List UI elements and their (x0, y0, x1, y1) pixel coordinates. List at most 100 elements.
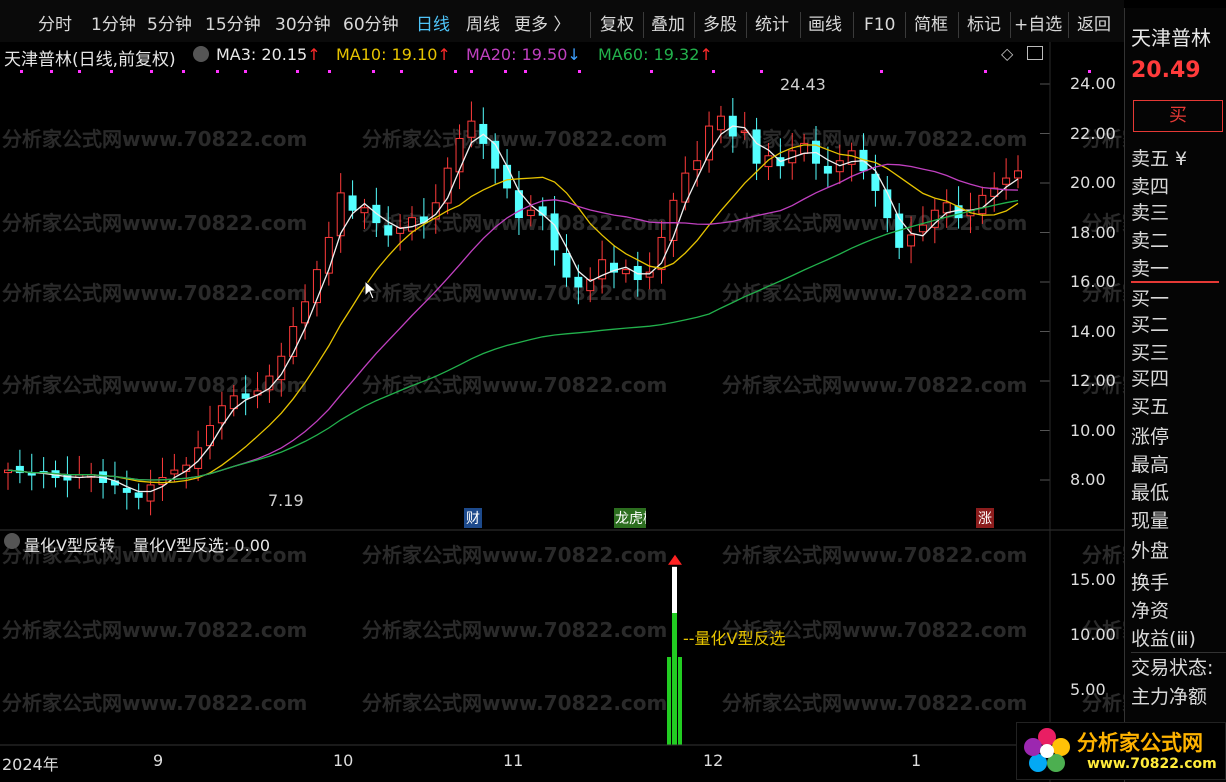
finance-marker[interactable]: 财 (464, 508, 482, 528)
tab-more[interactable]: 更多 〉 (514, 12, 570, 38)
low-price-label: 7.19 (268, 491, 304, 510)
signal-dot (524, 70, 527, 73)
y-tick-label: 24.00 (1070, 74, 1116, 93)
high-price-label: 24.43 (780, 75, 826, 94)
tab-5min[interactable]: 5分钟 (147, 12, 192, 38)
watermark-text: 分析家公式网www.70822.com (2, 127, 307, 151)
kline-chart[interactable]: 分析家公式网www.70822.com 分析家公式网www.70822.com 分析… (0, 42, 1124, 782)
panel-toggle-icon[interactable] (1027, 46, 1043, 60)
back-button[interactable]: 返回 (1077, 12, 1111, 38)
candle-body (693, 160, 702, 171)
signal-dot (372, 70, 375, 73)
candle-body (170, 469, 179, 475)
candle-body (574, 276, 583, 288)
logo-url: www.70822.com (1087, 756, 1217, 772)
watermark-text: 分析家公式网www.70822.com (722, 691, 1027, 715)
tab-15min[interactable]: 15分钟 (205, 12, 261, 38)
quote-field-label: 最高 (1131, 454, 1170, 476)
draw-line-button[interactable]: 画线 (808, 12, 842, 38)
quote-field-label: 买二 (1131, 314, 1170, 336)
y-tick-label: 14.00 (1070, 321, 1116, 341)
tab-60min[interactable]: 60分钟 (343, 12, 399, 38)
quote-field-label: 卖四 (1131, 176, 1170, 198)
y-tick-label: 20.00 (1070, 173, 1116, 192)
ma60-label: MA60: 19.32↑ (598, 45, 713, 64)
stock-name: 天津普林 (1131, 26, 1211, 50)
candle-body (621, 269, 630, 275)
diamond-icon[interactable]: ◇ (1001, 44, 1013, 63)
settings-circle-icon[interactable] (193, 46, 209, 62)
sub-y-tick-label: 5.00 (1070, 680, 1106, 699)
simple-frame-button[interactable]: 简框 (914, 12, 948, 38)
candle-body (526, 209, 535, 217)
multi-stock-button[interactable]: 多股 (703, 12, 737, 38)
candle-body (408, 217, 416, 232)
candle-body (384, 225, 393, 236)
y-tick-label: 8.00 (1070, 470, 1106, 489)
site-logo: 分析家公式网 www.70822.com (1016, 722, 1226, 780)
quote-field-label: 买三 (1131, 342, 1170, 364)
tab-fenshi[interactable]: 分时 (38, 12, 72, 38)
candle-body (1014, 170, 1022, 179)
overlay-button[interactable]: 叠加 (651, 12, 685, 38)
candle-body (241, 393, 250, 399)
mark-button[interactable]: 标记 (967, 12, 1001, 38)
watermark-text: 分析家公式网www.70822.com (362, 618, 667, 642)
signal-dot (244, 70, 247, 73)
candle-body (930, 209, 939, 228)
y-tick-label: 22.00 (1070, 123, 1116, 143)
dragon-tiger-marker[interactable]: 龙虎榜 (614, 508, 646, 528)
tab-weekly[interactable]: 周线 (466, 12, 500, 38)
candle-body (27, 473, 36, 476)
candle-body (978, 194, 987, 215)
watermark-text: 分析家公式网www.70822.com (722, 543, 1027, 567)
tab-1min[interactable]: 1分钟 (91, 12, 136, 38)
signal-dot (216, 70, 219, 73)
signal-dot (296, 70, 299, 73)
statistics-button[interactable]: 统计 (755, 12, 789, 38)
buy-button[interactable]: 买 (1133, 100, 1223, 132)
signal-dot (880, 70, 883, 73)
candle-body (301, 301, 310, 324)
toolbar: 分时 1分钟 5分钟 15分钟 30分钟 60分钟 日线 周线 更多 〉 复权 … (0, 0, 1124, 43)
watermark-text: 分析家公式网www.70822.com (2, 691, 307, 715)
f10-button[interactable]: F10 (864, 12, 895, 38)
candle-body (918, 224, 927, 233)
quote-field-label: 买五 (1131, 396, 1170, 418)
quote-field-label: 卖一 (1131, 254, 1219, 283)
y-tick-label: 10.00 (1070, 420, 1116, 440)
quote-field-label: 卖五 ¥ (1131, 148, 1188, 170)
watermark-text: 分析家公式网www.70822.com (362, 691, 667, 715)
quote-field-label: 外盘 (1131, 540, 1170, 562)
quote-panel: 天津普林 20.49 买 卖五 ¥ 卖四 卖三 卖二 卖一 买一 买二 买三 买四 买五 涨停 最高最… (1124, 8, 1226, 782)
quote-field-label: 最低 (1131, 482, 1170, 504)
signal-dot (454, 70, 457, 73)
candle-body (455, 137, 464, 173)
add-watchlist-button[interactable]: +自选 (1014, 12, 1062, 38)
x-label-oct: 10 (333, 751, 354, 770)
tab-daily[interactable]: 日线 (416, 12, 450, 38)
signal-dot (760, 70, 763, 73)
candle-body (871, 173, 880, 191)
signal-dot (78, 70, 81, 73)
quote-field-label: 买四 (1131, 368, 1170, 390)
flower-logo-icon (1024, 728, 1070, 772)
indicator-bar (678, 657, 682, 745)
restore-rights-button[interactable]: 复权 (600, 12, 634, 38)
signal-dot (328, 70, 331, 73)
candle-body (716, 115, 725, 131)
quote-field-label: 现量 (1131, 510, 1170, 532)
watermark-text: 分析家公式网www.70822.com (362, 281, 667, 305)
sub-y-tick-label: 15.00 (1070, 570, 1116, 589)
watermark-text: 分析家公式网www.70822.com (2, 281, 307, 305)
candle-body (467, 120, 476, 138)
tab-30min[interactable]: 30分钟 (275, 12, 331, 38)
indicator-settings-icon[interactable] (4, 533, 20, 549)
signal-dot (50, 70, 53, 73)
candle-body (752, 129, 761, 164)
watermark-text: 分析家公式网www.70822.com (362, 127, 667, 151)
limit-up-marker[interactable]: 涨 (976, 508, 994, 528)
signal-dot (504, 70, 507, 73)
candle-body (277, 355, 286, 381)
candle-body (1002, 177, 1011, 185)
